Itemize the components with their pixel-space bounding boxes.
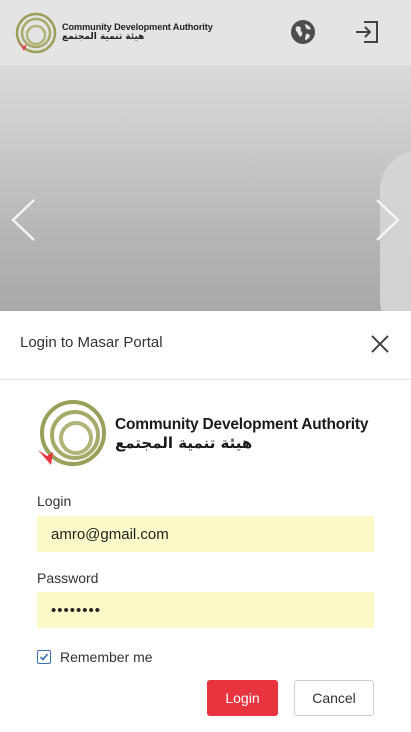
chevron-left-icon[interactable] (8, 196, 38, 244)
cda-logo[interactable] (14, 11, 58, 55)
top-bar: Community Development Authority هيئة تنم… (0, 0, 411, 65)
brand-name-english: Community Development Authority (62, 22, 213, 32)
password-label: Password (37, 570, 99, 586)
chevron-right-icon[interactable] (373, 196, 403, 244)
login-field[interactable] (37, 516, 374, 552)
globe-icon[interactable] (290, 19, 316, 45)
brand-text-large: Community Development Authority هيئة تنم… (115, 416, 368, 452)
modal-title: Login to Masar Portal (20, 334, 163, 351)
remember-me[interactable]: Remember me (37, 649, 153, 665)
login-label: Login (37, 493, 72, 509)
brand-name-arabic: هيئة تنمية المجتمع (62, 32, 145, 42)
sign-in-icon[interactable] (353, 18, 381, 46)
cancel-button[interactable]: Cancel (294, 680, 374, 716)
cda-logo-large (38, 400, 106, 466)
remember-me-checkbox[interactable] (37, 650, 51, 664)
login-button[interactable]: Login (207, 680, 278, 716)
modal-header: Login to Masar Portal (0, 311, 411, 380)
hero-carousel (0, 65, 411, 311)
brand-name-arabic: هيئة تنمية المجتمع (115, 434, 253, 452)
brand-text: Community Development Authority هيئة تنم… (62, 22, 213, 42)
check-icon (39, 653, 49, 661)
close-icon[interactable] (369, 333, 391, 355)
password-field[interactable] (37, 592, 374, 628)
remember-me-label: Remember me (60, 649, 153, 665)
brand-name-english: Community Development Authority (115, 416, 369, 433)
